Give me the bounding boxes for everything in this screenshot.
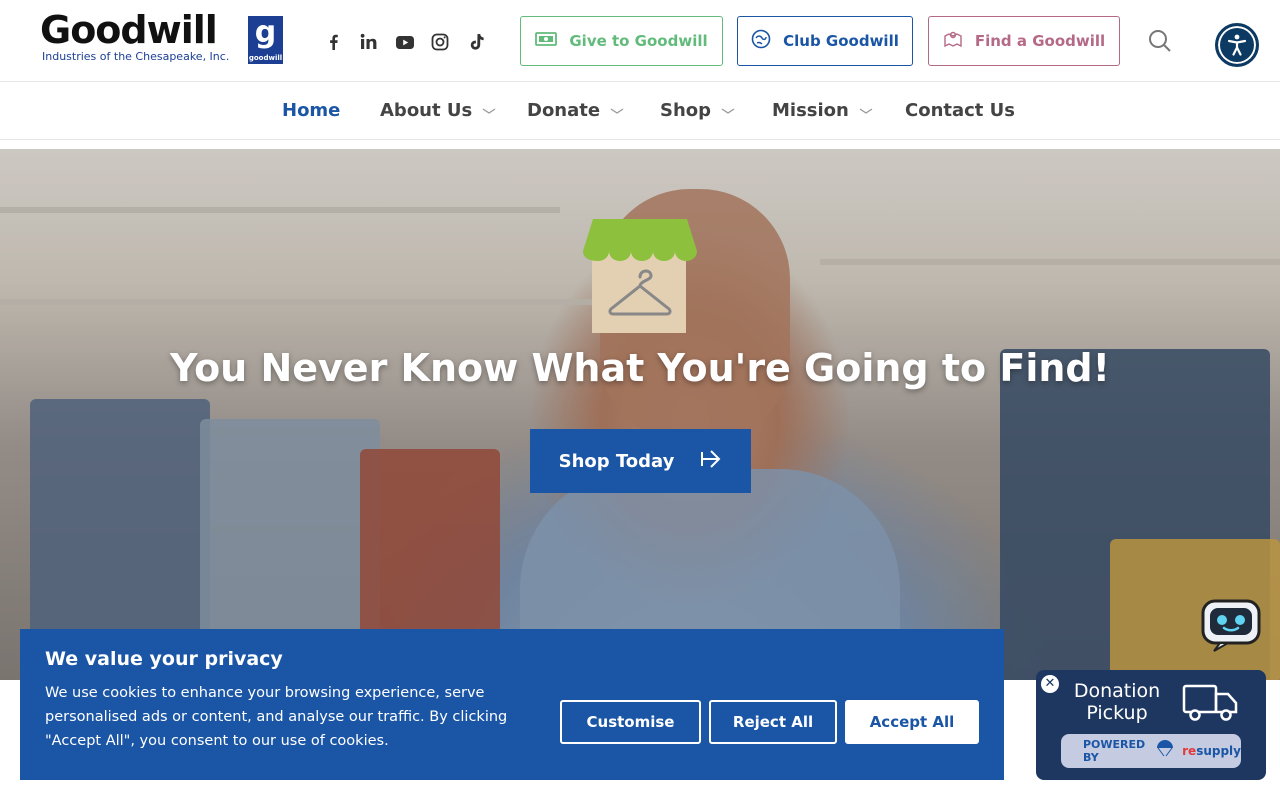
resupply-logo-re: re: [1182, 744, 1197, 758]
chatbot-icon[interactable]: [1200, 595, 1262, 653]
nav-item-donate[interactable]: Donate: [527, 100, 624, 121]
powered-by-resupply[interactable]: POWERED BY resupply: [1061, 734, 1241, 768]
accept-all-button[interactable]: Accept All: [845, 700, 979, 744]
chevron-down-icon: [859, 107, 873, 114]
arrow-right-icon: [700, 448, 722, 475]
chevron-down-icon: [482, 107, 496, 114]
donation-pickup-widget[interactable]: ✕ Donation Pickup POWERED BY resupply: [1036, 670, 1266, 780]
chevron-down-icon: [610, 107, 624, 114]
cookie-title: We value your privacy: [45, 648, 283, 670]
nav-shop-label: Shop: [660, 100, 712, 121]
logo-wordmark: Goodwill: [40, 8, 218, 52]
logo-badge-word: goodwill: [248, 54, 283, 62]
give-label: Give to Goodwill: [569, 32, 708, 50]
accessibility-button[interactable]: [1215, 23, 1259, 67]
accessibility-icon: [1224, 32, 1250, 62]
resupply-logo: resupply: [1182, 744, 1241, 758]
nav-item-home[interactable]: Home: [282, 100, 340, 121]
nav-mission-label: Mission: [772, 100, 849, 121]
instagram-icon[interactable]: [430, 32, 450, 52]
chevron-down-icon: [721, 107, 735, 114]
cookie-consent-banner: We value your privacy We use cookies to …: [20, 629, 1004, 780]
nav-donate-label: Donate: [527, 100, 601, 121]
goodwill-logo[interactable]: Goodwill g goodwill Industries of the Ch…: [36, 8, 284, 66]
nav-item-shop[interactable]: Shop: [660, 100, 735, 121]
site-header: Goodwill g goodwill Industries of the Ch…: [0, 0, 1280, 82]
powered-by-label: POWERED BY: [1083, 738, 1146, 764]
main-navigation: Home About Us Donate Shop Mission Contac…: [0, 82, 1280, 140]
club-icon: [751, 29, 771, 53]
tiktok-icon[interactable]: [467, 32, 487, 52]
nav-item-contact-us[interactable]: Contact Us: [905, 100, 1015, 121]
nav-item-mission[interactable]: Mission: [772, 100, 873, 121]
close-icon[interactable]: ✕: [1041, 675, 1059, 693]
storefront-hanger-icon: [583, 219, 697, 333]
club-label: Club Goodwill: [783, 32, 899, 50]
truck-icon: [1182, 684, 1238, 722]
hero-title: You Never Know What You're Going to Find…: [170, 346, 1110, 390]
logo-badge: g goodwill: [248, 16, 283, 64]
nav-item-about-us[interactable]: About Us: [380, 100, 496, 121]
money-icon: [535, 32, 558, 50]
logo-subtitle: Industries of the Chesapeake, Inc.: [42, 50, 230, 63]
youtube-icon[interactable]: [395, 32, 415, 52]
map-pin-icon: [943, 30, 963, 52]
resupply-logo-supply: supply: [1196, 744, 1241, 758]
customise-button[interactable]: Customise: [560, 700, 701, 744]
search-icon[interactable]: [1148, 29, 1172, 53]
logo-badge-letter: g: [254, 15, 277, 50]
club-goodwill-button[interactable]: Club Goodwill: [737, 16, 913, 66]
find-a-goodwill-button[interactable]: Find a Goodwill: [928, 16, 1120, 66]
shop-today-label: Shop Today: [558, 450, 675, 472]
cookie-text: We use cookies to enhance your browsing …: [45, 685, 508, 749]
nav-about-label: About Us: [380, 100, 473, 121]
give-to-goodwill-button[interactable]: Give to Goodwill: [520, 16, 723, 66]
linkedin-icon[interactable]: [359, 32, 379, 52]
find-label: Find a Goodwill: [974, 32, 1106, 50]
shop-today-button[interactable]: Shop Today: [530, 429, 751, 493]
facebook-icon[interactable]: [324, 32, 344, 52]
parachute-icon: [1156, 740, 1174, 762]
nav-home-label: Home: [282, 100, 341, 121]
nav-contact-label: Contact Us: [905, 100, 1016, 121]
reject-all-button[interactable]: Reject All: [709, 700, 837, 744]
donation-pickup-title: Donation Pickup: [1073, 680, 1161, 724]
